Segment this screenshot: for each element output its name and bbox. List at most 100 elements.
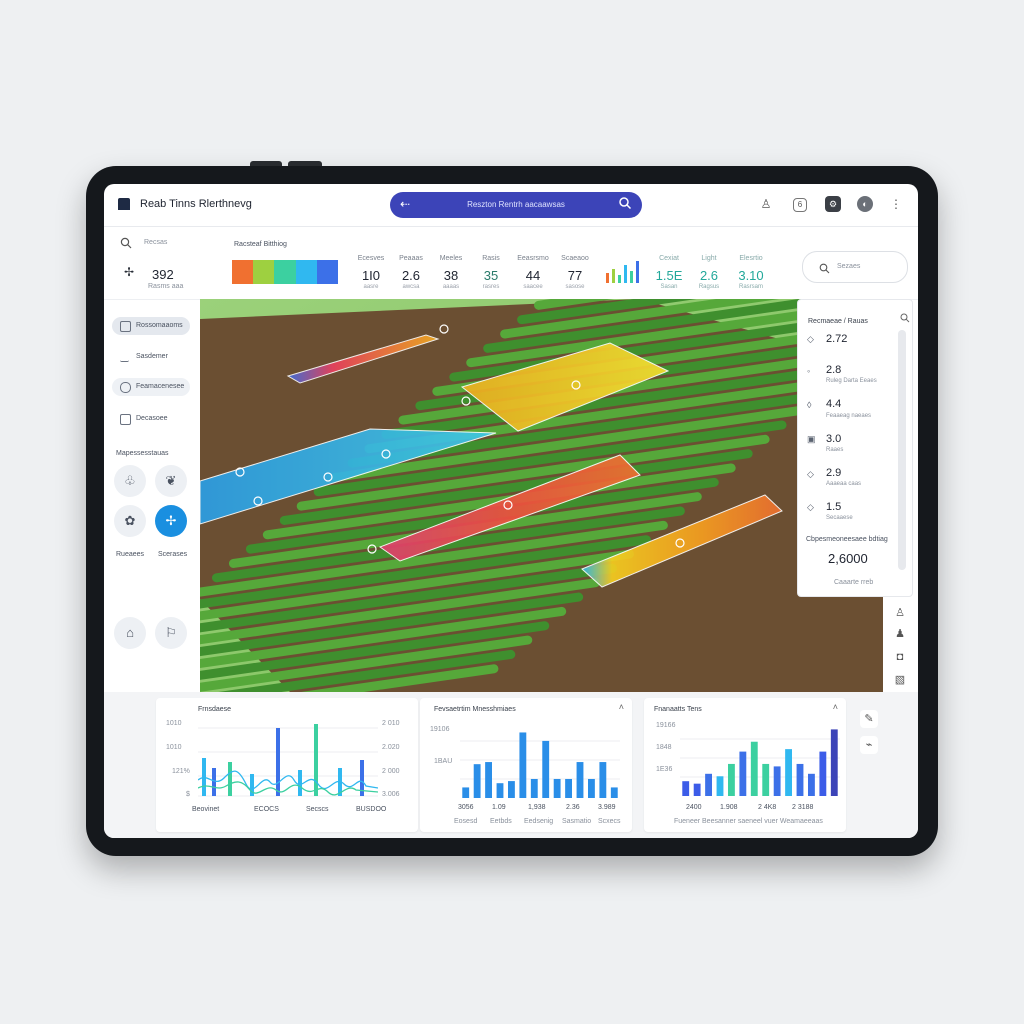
chart-bar (830, 729, 838, 796)
chart-bar (462, 787, 470, 798)
heatmap-swatch (316, 260, 339, 284)
chart-bar (565, 778, 572, 798)
metric-value: 1.5 (826, 501, 842, 513)
tractor-tool-button[interactable]: ⚐ (155, 617, 187, 649)
chart-bar (808, 773, 815, 796)
filter-search-label: Sezaes (837, 263, 861, 270)
chart-bar (716, 776, 724, 796)
search-label: Reszton Rentrh aacaawsas (467, 200, 565, 209)
chart-bar (728, 763, 735, 796)
leaf-tool-button[interactable]: ❦ (155, 465, 187, 497)
heatmap-swatch (295, 260, 317, 284)
chart-bar (212, 768, 216, 796)
chart-bar (508, 781, 515, 798)
more-options-icon[interactable]: ⋮ (888, 196, 904, 212)
filter-search-button[interactable]: Sezaes (802, 251, 908, 283)
y-label: 1010 (166, 744, 182, 751)
y-label-right: 3.006 (382, 791, 400, 798)
user-icon[interactable]: ♙ (758, 196, 774, 212)
chart-bar (576, 762, 584, 798)
layers-icon[interactable]: ▧ (891, 671, 909, 689)
x-label: 3.989 (598, 804, 616, 811)
search-icon[interactable] (900, 310, 910, 328)
sidebar-circle-label: Scerases (158, 551, 188, 558)
chart-bar (599, 762, 607, 798)
heatmap-title: Racsteaf Bitthiog (234, 241, 287, 248)
stat-value: 2.6 (699, 268, 719, 283)
chart-title: Fnanaatts Tens (654, 706, 702, 713)
bar-chart-2 (460, 732, 620, 798)
chart-card-2: Fevsaetrtim Mnesshmiaes ˄ 19106 1BAU 305… (420, 698, 632, 832)
search-icon[interactable] (618, 196, 632, 215)
chart-bar (228, 762, 232, 796)
chevron-icon[interactable]: ˄ (833, 702, 838, 712)
x-label: BUSDOO (356, 806, 387, 813)
sidebar-item-decasoee[interactable]: Decasoee (112, 410, 190, 428)
chart-bar (542, 740, 550, 798)
camera-icon[interactable]: ◘ (891, 648, 909, 666)
search-bar[interactable]: ⇠ Reszton Rentrh aacaawsas (390, 192, 642, 218)
crop-tool-button[interactable]: ✿ (114, 505, 146, 537)
y-label: 19166 (656, 722, 676, 729)
header: Reab Tinns Rlerthnevg ⇠ Reszton Rentrh a… (104, 184, 918, 227)
chart-bar (750, 741, 758, 796)
stat-value: 3.10 (738, 268, 764, 283)
chart-bar (682, 781, 690, 796)
row-icon: ◇ (807, 469, 814, 479)
row-icon: ◦ (807, 366, 811, 376)
chart-bar (202, 758, 206, 796)
panel-scrollbar[interactable] (898, 330, 906, 570)
heatmap-swatch (232, 260, 254, 284)
y-label-right: 2 000 (382, 768, 400, 775)
x-label-2: Eosesd (454, 818, 478, 825)
settings-icon[interactable]: ⚙ (825, 196, 841, 212)
drone-tool-button[interactable]: ✢ (155, 505, 187, 537)
heatmap-legend (232, 260, 339, 284)
list-icon (120, 321, 131, 332)
x-label-2: Eetbds (490, 818, 512, 825)
profile-icon[interactable]: ◐ (857, 196, 873, 212)
search-small-icon[interactable] (120, 236, 132, 254)
combo-chart (198, 724, 378, 797)
chart-bar (819, 751, 827, 796)
x-label: Beovinet (192, 806, 220, 813)
stats-row: Recsas ✢ 392 Rasms aaa Racsteaf Bitthiog… (104, 227, 918, 300)
plant-tool-button[interactable]: ♧ (114, 465, 146, 497)
edit-icon[interactable]: ✎ (860, 710, 878, 728)
link-icon[interactable]: ⌁ (860, 736, 878, 754)
stat-sub: Ragsus (698, 284, 720, 290)
chart-bar (588, 778, 595, 798)
stat-sub: sasose (565, 284, 585, 290)
chart-icon (120, 352, 129, 362)
chevron-icon[interactable]: ˄ (619, 702, 624, 712)
user-add-icon[interactable]: ♙ (891, 604, 909, 622)
stat-value: 77 (567, 268, 583, 283)
x-label-2: Sasmatio (562, 818, 592, 825)
crop-field-view[interactable] (200, 299, 883, 692)
stat-sub: rasres (482, 284, 500, 290)
x-label-2: Eedsenig (524, 818, 554, 825)
panel-footer-value: 2,6000 (828, 551, 868, 566)
row-icon: ◊ (807, 400, 812, 410)
chart-bar (530, 778, 538, 798)
chart-bar (276, 728, 280, 796)
stat-sub: Rasrsam (738, 284, 763, 290)
heatmap-swatch (274, 260, 296, 284)
notification-icon[interactable]: 6 (793, 198, 807, 212)
chart-bar (693, 783, 701, 796)
chart-bar (796, 763, 804, 796)
chart-title: Fevsaetrtim Mnesshmiaes (434, 706, 516, 713)
chart-bar (298, 770, 302, 796)
x-label-line: Fueneer Beesanner saeneel vuer Weamaeeaa… (674, 818, 823, 825)
person-icon[interactable]: ♟ (891, 625, 909, 643)
chart-bar (610, 787, 618, 798)
home-tool-button[interactable]: ⌂ (114, 617, 146, 649)
stat-value: 44 (525, 268, 541, 283)
sidebar-item-feamacenesee[interactable]: Feamacenesee (112, 378, 190, 396)
sidebar-item-sasdemer[interactable]: Sasdemer (112, 348, 190, 366)
app-logo (118, 198, 130, 210)
drone-icon: ✢ (124, 265, 135, 279)
sidebar-item-rossomaaoms[interactable]: Rossomaaoms (112, 317, 190, 335)
x-label-2: Scxecs (598, 818, 621, 825)
panel-footer-link[interactable]: Caaarte rreb (834, 579, 873, 586)
